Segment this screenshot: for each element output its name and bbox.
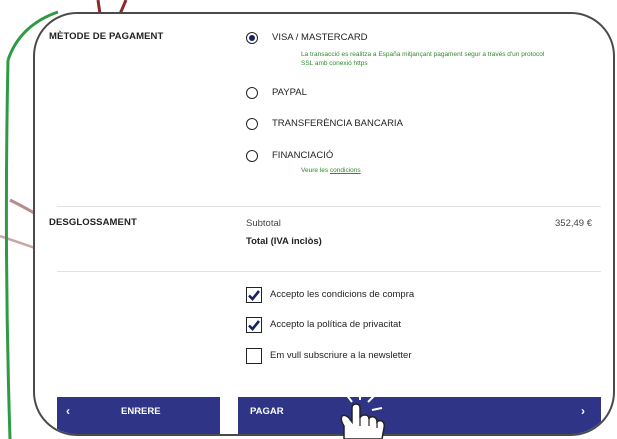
financing-note: Veure les condicions [301, 167, 361, 176]
divider [57, 206, 601, 207]
checkbox-privacy[interactable] [246, 317, 262, 333]
financing-note-text: Veure les [301, 167, 329, 174]
visa-note-line-1: La transacció es realitza a España mitja… [301, 51, 545, 58]
pay-button-label: PAGAR [250, 406, 284, 417]
back-button-label: ENRERE [121, 406, 161, 417]
pointing-hand-cursor-icon [340, 390, 385, 439]
checkout-card: MÈTODE DE PAGAMENT VISA / MASTERCARD La … [33, 12, 615, 436]
radio-bank-transfer[interactable] [246, 118, 258, 130]
checkmark-icon [248, 320, 260, 331]
total-label: Total (IVA inclòs) [246, 236, 322, 247]
divider [57, 271, 601, 272]
radio-visa[interactable] [246, 32, 258, 44]
breakdown-heading: DESGLOSSAMENT [49, 217, 137, 228]
checkbox-terms[interactable] [246, 287, 262, 303]
checkbox-newsletter[interactable] [246, 348, 262, 364]
chevron-right-icon: › [581, 404, 585, 418]
consent-label: Accepto les condicions de compra [270, 289, 415, 300]
radio-financing[interactable] [246, 150, 258, 162]
payment-option-label: PAYPAL [272, 87, 307, 98]
subtotal-label: Subtotal [246, 218, 281, 229]
payment-option-label: FINANCIACIÓ [272, 150, 334, 161]
payment-option-label: VISA / MASTERCARD [272, 32, 368, 43]
subtotal-value: 352,49 € [555, 218, 592, 229]
checkmark-icon [248, 290, 260, 301]
screenshot-stage: MÈTODE DE PAGAMENT VISA / MASTERCARD La … [0, 0, 617, 439]
radio-paypal[interactable] [246, 87, 258, 99]
financing-conditions-link[interactable]: condicions [330, 167, 361, 174]
visa-secure-note: La transacció es realitza a España mitja… [301, 51, 544, 68]
pay-button[interactable]: PAGAR › [238, 397, 601, 434]
back-button[interactable]: ‹ ENRERE [57, 397, 220, 434]
visa-note-line-2: SSL amb conexió https [301, 59, 368, 67]
payment-option-label: TRANSFERÈNCIA BANCARIA [272, 118, 403, 129]
consent-label: Accepto la política de privacitat [270, 319, 401, 330]
consent-label: Em vull subscriure a la newsletter [270, 350, 412, 361]
payment-method-heading: MÈTODE DE PAGAMENT [49, 31, 164, 42]
chevron-left-icon: ‹ [66, 404, 70, 418]
